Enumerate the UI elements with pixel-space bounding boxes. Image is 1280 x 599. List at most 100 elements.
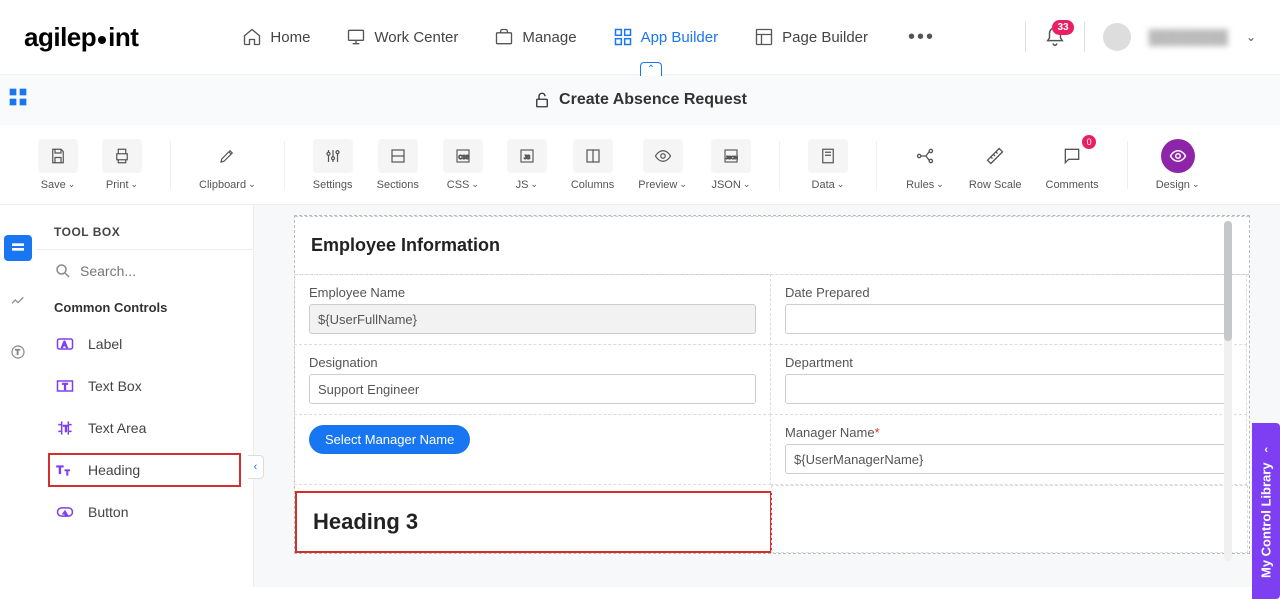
clipboard-button[interactable]: Clipboard⌄ bbox=[191, 133, 264, 197]
select-manager-button[interactable]: Select Manager Name bbox=[309, 425, 470, 454]
css-button[interactable]: CSS CSS⌄ bbox=[435, 133, 491, 197]
comment-icon bbox=[1062, 146, 1082, 166]
notifications[interactable]: 33 bbox=[1044, 26, 1066, 48]
svg-text:T: T bbox=[63, 423, 68, 433]
notif-badge: 33 bbox=[1052, 20, 1073, 35]
title-bar: Create Absence Request bbox=[0, 75, 1280, 125]
user-menu-chevron[interactable]: ⌄ bbox=[1246, 30, 1256, 44]
tool-label[interactable]: A Label bbox=[36, 323, 253, 365]
designation-input[interactable] bbox=[309, 374, 756, 404]
employee-name-input[interactable] bbox=[309, 304, 756, 334]
toolbox-divider bbox=[36, 249, 253, 250]
canvas-scrollbar[interactable] bbox=[1224, 221, 1232, 561]
grid-icon bbox=[613, 27, 633, 47]
svg-text:T: T bbox=[63, 381, 68, 391]
tool-heading[interactable]: TT Heading bbox=[46, 451, 243, 489]
toolbox: TOOL BOX Common Controls A Label T Text … bbox=[36, 205, 254, 587]
columns-icon bbox=[584, 147, 602, 165]
search-input[interactable] bbox=[80, 263, 220, 279]
home-icon bbox=[242, 27, 262, 47]
page-title: Create Absence Request bbox=[559, 91, 747, 109]
heading-icon: TT bbox=[55, 460, 75, 480]
comment-count-badge: 0 bbox=[1082, 135, 1096, 149]
svg-text:JS: JS bbox=[524, 155, 531, 161]
field-date-prepared[interactable]: Date Prepared bbox=[770, 274, 1247, 345]
toolbar: Save⌄ Print⌄ Clipboard⌄ Settings Section… bbox=[0, 125, 1280, 205]
tool-text-box[interactable]: T Text Box bbox=[36, 365, 253, 407]
pencil-icon bbox=[218, 147, 236, 165]
svg-text:T: T bbox=[57, 464, 64, 476]
columns-button[interactable]: Columns bbox=[563, 133, 622, 197]
nav-manage-label: Manage bbox=[522, 29, 576, 46]
heading-drop-zone[interactable]: Heading 3 bbox=[295, 491, 772, 553]
svg-text:A: A bbox=[62, 339, 68, 349]
nav-home[interactable]: Home bbox=[238, 21, 314, 53]
tab-collapse-indicator[interactable]: ⌃ bbox=[640, 62, 662, 76]
field-select-manager[interactable]: Select Manager Name bbox=[294, 414, 771, 485]
tool-button[interactable]: Button bbox=[36, 491, 253, 533]
js-icon: JS bbox=[518, 147, 536, 165]
json-icon: JSON bbox=[722, 147, 740, 165]
rail-chart-icon[interactable] bbox=[4, 287, 32, 313]
nav-page-builder[interactable]: Page Builder bbox=[750, 21, 872, 53]
my-control-library-tab[interactable]: My Control Library ‹ bbox=[1252, 423, 1280, 599]
print-button[interactable]: Print⌄ bbox=[94, 133, 150, 197]
form-canvas: Employee Information Employee Name Date … bbox=[294, 215, 1250, 554]
print-icon bbox=[113, 147, 131, 165]
sliders-icon bbox=[324, 147, 342, 165]
ruler-icon bbox=[985, 146, 1005, 166]
css-icon: CSS bbox=[454, 147, 472, 165]
nav-manage[interactable]: Manage bbox=[490, 21, 580, 53]
field-manager-name[interactable]: Manager Name* bbox=[770, 414, 1247, 485]
svg-text:CSS: CSS bbox=[458, 155, 469, 161]
svg-text:T: T bbox=[65, 468, 70, 477]
field-employee-name[interactable]: Employee Name bbox=[294, 274, 771, 345]
rail-form-icon[interactable] bbox=[4, 235, 32, 261]
js-button[interactable]: JS JS⌄ bbox=[499, 133, 555, 197]
common-controls-title: Common Controls bbox=[36, 286, 253, 323]
empty-drop-cell[interactable] bbox=[771, 485, 1248, 553]
nav-divider-2 bbox=[1084, 22, 1085, 52]
design-eye-icon bbox=[1169, 147, 1187, 165]
rules-button[interactable]: Rules⌄ bbox=[897, 133, 953, 197]
nav-items: Home Work Center Manage App Builder Page… bbox=[238, 21, 943, 53]
nav-app-builder[interactable]: App Builder bbox=[609, 21, 723, 53]
save-button[interactable]: Save⌄ bbox=[30, 133, 86, 197]
nav-divider bbox=[1025, 22, 1026, 52]
sections-button[interactable]: Sections bbox=[369, 133, 427, 197]
layout-icon bbox=[754, 27, 774, 47]
nav-right: 33 ████████ ⌄ bbox=[1025, 22, 1256, 52]
comments-button[interactable]: 0 Comments bbox=[1038, 133, 1107, 197]
canvas: Employee Information Employee Name Date … bbox=[254, 205, 1280, 587]
sections-icon bbox=[389, 147, 407, 165]
unlock-icon bbox=[533, 91, 551, 109]
date-prepared-input[interactable] bbox=[785, 304, 1232, 334]
tool-text-area[interactable]: T Text Area bbox=[36, 407, 253, 449]
form-section-header[interactable]: Employee Information bbox=[295, 216, 1249, 275]
rail-text-icon[interactable]: T bbox=[4, 339, 32, 365]
toolbox-search[interactable] bbox=[36, 256, 253, 286]
department-input[interactable] bbox=[785, 374, 1232, 404]
apps-grid-icon[interactable] bbox=[8, 87, 28, 107]
rules-icon bbox=[915, 146, 935, 166]
heading-3-element: Heading 3 bbox=[313, 509, 754, 535]
nav-home-label: Home bbox=[270, 29, 310, 46]
preview-button[interactable]: Preview⌄ bbox=[630, 133, 695, 197]
json-button[interactable]: JSON JSON⌄ bbox=[703, 133, 759, 197]
avatar[interactable] bbox=[1103, 23, 1131, 51]
design-button[interactable]: Design⌄ bbox=[1148, 133, 1208, 197]
nav-work-center[interactable]: Work Center bbox=[342, 21, 462, 53]
save-icon bbox=[49, 147, 67, 165]
row-scale-button[interactable]: Row Scale bbox=[961, 133, 1030, 197]
scrollbar-thumb[interactable] bbox=[1224, 221, 1232, 341]
user-name: ████████ bbox=[1149, 29, 1228, 45]
search-icon bbox=[54, 262, 72, 280]
field-department[interactable]: Department bbox=[770, 344, 1247, 415]
settings-button[interactable]: Settings bbox=[305, 133, 361, 197]
manager-name-input[interactable] bbox=[785, 444, 1232, 474]
logo: agilepint bbox=[24, 22, 138, 53]
data-button[interactable]: Data⌄ bbox=[800, 133, 856, 197]
nav-more[interactable]: ••• bbox=[900, 22, 943, 53]
svg-text:JSON: JSON bbox=[726, 155, 738, 160]
field-designation[interactable]: Designation bbox=[294, 344, 771, 415]
